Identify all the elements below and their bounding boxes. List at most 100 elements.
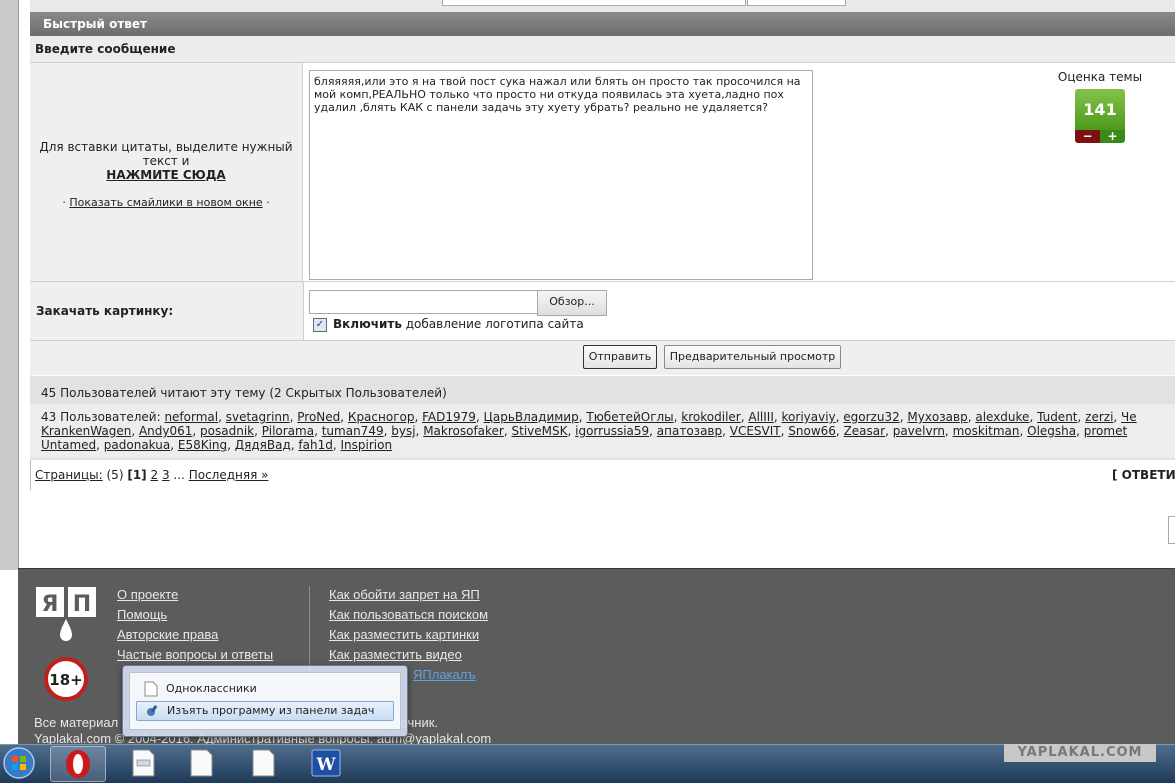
preview-button[interactable]: Предварительный просмотр xyxy=(664,345,841,369)
quote-hint: Для вставки цитаты, выделите нужный текс… xyxy=(39,140,293,168)
footer-link-video[interactable]: Как разместить видео xyxy=(329,647,462,662)
user-link[interactable]: Pilorama xyxy=(262,424,314,438)
page-current: [1] xyxy=(127,468,147,482)
user-link[interactable]: bysj xyxy=(391,424,415,438)
taskbar-doc-button-1[interactable] xyxy=(116,746,170,780)
pages-count: (5) xyxy=(106,468,124,482)
user-link[interactable]: zerzi xyxy=(1085,410,1113,424)
user-link[interactable]: koriyaviy xyxy=(782,410,836,424)
reply-link[interactable]: [ ОТВЕТИ xyxy=(1112,468,1175,482)
user-link[interactable]: AllIII xyxy=(748,410,774,424)
page-2-link[interactable]: 2 xyxy=(150,468,158,482)
send-button[interactable]: Отправить xyxy=(583,345,657,369)
user-list-prefix: 43 Пользователей: xyxy=(41,410,161,424)
footer-link-bypass[interactable]: Как обойти запрет на ЯП xyxy=(329,587,480,602)
user-link[interactable]: Snow66 xyxy=(788,424,836,438)
unpin-icon xyxy=(147,704,158,716)
smiles-suffix: · xyxy=(266,196,270,209)
taskbar-opera-button[interactable] xyxy=(50,746,106,782)
user-link[interactable]: alexduke xyxy=(975,410,1029,424)
user-link[interactable]: padonakua xyxy=(104,438,170,452)
user-link[interactable]: pavelvrn xyxy=(893,424,945,438)
user-list: 43 Пользователей: neformal, svetagrinn, … xyxy=(41,410,1175,454)
user-link[interactable]: StiveMSK xyxy=(512,424,568,438)
message-textarea[interactable]: бляяяяя,или это я на твой пост сука нажа… xyxy=(309,70,813,280)
user-link[interactable]: Че xyxy=(1121,410,1137,424)
taskbar-word-button[interactable]: W xyxy=(299,746,353,780)
user-link[interactable]: Inspirion xyxy=(341,438,393,452)
top-input-remnant[interactable] xyxy=(442,0,746,6)
pages-dots: ... xyxy=(173,468,185,482)
user-link[interactable]: posadnik xyxy=(200,424,254,438)
user-link[interactable]: ДядяВад xyxy=(235,438,291,452)
footer-link-help[interactable]: Помощь xyxy=(117,607,167,622)
logo-checkbox-label: Включить добавление логотипа сайта xyxy=(333,317,584,331)
user-link[interactable]: Zeasar xyxy=(844,424,886,438)
user-link[interactable]: Мухозавр xyxy=(907,410,967,424)
pages-label[interactable]: Страницы: xyxy=(35,468,103,482)
age-badge-text: 18+ xyxy=(49,671,82,689)
readers-title: 45 Пользователей читают эту тему (2 Скры… xyxy=(41,386,447,400)
quick-reply-header: Быстрый ответ xyxy=(30,12,1175,36)
rating-minus-button[interactable]: − xyxy=(1075,130,1100,143)
yaplakal-logo[interactable]: Я П xyxy=(34,585,98,645)
checkbox-bold-text: Включить xyxy=(333,317,402,331)
user-link[interactable]: ТюбетейОглы xyxy=(586,410,673,424)
user-link[interactable]: ЦарьВладимир xyxy=(484,410,579,424)
user-link[interactable]: Andy061 xyxy=(139,424,192,438)
user-link[interactable]: krokodiler xyxy=(681,410,740,424)
user-link[interactable]: Tudent xyxy=(1037,410,1077,424)
top-button-remnant[interactable] xyxy=(747,0,846,6)
user-link[interactable]: tuman749 xyxy=(322,424,384,438)
top-bar xyxy=(30,0,1175,12)
user-links: neformal, svetagrinn, ProNed, Красногор,… xyxy=(41,410,1137,452)
user-link[interactable]: promet xyxy=(1084,424,1127,438)
quote-click-link[interactable]: НАЖМИТЕ СЮДА xyxy=(30,168,302,182)
user-link[interactable]: ProNed xyxy=(297,410,340,424)
footer-link-copyright[interactable]: Авторские права xyxy=(117,627,218,642)
logo-letter-ya: Я xyxy=(42,592,59,617)
browse-button[interactable]: Обзор... xyxy=(537,290,607,316)
footer-link-faq[interactable]: Частые вопросы и ответы xyxy=(117,647,273,662)
taskbar-doc-button-2[interactable] xyxy=(174,746,228,780)
rating-value: 141 xyxy=(1075,89,1125,130)
user-link[interactable]: moskitman xyxy=(953,424,1020,438)
left-page-strip xyxy=(0,0,19,570)
footer-link-yaplakal[interactable]: ЯПлакалъ xyxy=(413,667,475,682)
footer-link-about[interactable]: О проекте xyxy=(117,587,178,602)
jump-list-item-label: Изъять программу из панели задач xyxy=(167,704,375,717)
user-link[interactable]: VCESVIT xyxy=(730,424,781,438)
rating-label: Оценка темы xyxy=(1057,70,1143,84)
user-link[interactable]: neformal xyxy=(164,410,218,424)
user-link[interactable]: KrankenWagen xyxy=(41,424,131,438)
file-path-input[interactable] xyxy=(309,290,539,314)
user-link[interactable]: E58King xyxy=(178,438,227,452)
user-link[interactable]: svetagrinn xyxy=(226,410,290,424)
document-icon xyxy=(252,749,275,777)
footer-divider xyxy=(309,586,310,676)
jump-list-item-odnoklassniki[interactable]: Одноклассники xyxy=(136,679,394,699)
user-link[interactable]: egorzu32 xyxy=(843,410,899,424)
word-icon: W xyxy=(311,749,341,777)
footer-link-search[interactable]: Как пользоваться поиском xyxy=(329,607,488,622)
footer-link-images[interactable]: Как разместить картинки xyxy=(329,627,479,642)
show-smiles-link[interactable]: Показать смайлики в новом окне xyxy=(69,196,262,209)
logo-checkbox[interactable]: ✓ xyxy=(313,318,327,332)
jump-list-item-unpin[interactable]: Изъять программу из панели задач xyxy=(136,701,394,721)
page-3-link[interactable]: 3 xyxy=(162,468,170,482)
upload-label: Закачать картинку: xyxy=(36,304,174,318)
user-link[interactable]: fah1d xyxy=(298,438,332,452)
user-link[interactable]: FAD1979 xyxy=(422,410,476,424)
user-link[interactable]: Makrosofaker xyxy=(423,424,504,438)
user-link[interactable]: igorrussia59 xyxy=(575,424,649,438)
last-page-link[interactable]: Последняя » xyxy=(189,468,269,482)
user-link[interactable]: апатозавр xyxy=(657,424,722,438)
user-link[interactable]: Untamed xyxy=(41,438,96,452)
rating-plus-button[interactable]: + xyxy=(1100,130,1125,143)
user-link[interactable]: Olegsha xyxy=(1027,424,1076,438)
checkbox-text: добавление логотипа сайта xyxy=(401,317,584,331)
svg-text:W: W xyxy=(315,755,336,775)
start-button-icon[interactable] xyxy=(2,745,36,781)
taskbar-doc-button-3[interactable] xyxy=(236,746,290,780)
user-link[interactable]: Красногор xyxy=(348,410,415,424)
